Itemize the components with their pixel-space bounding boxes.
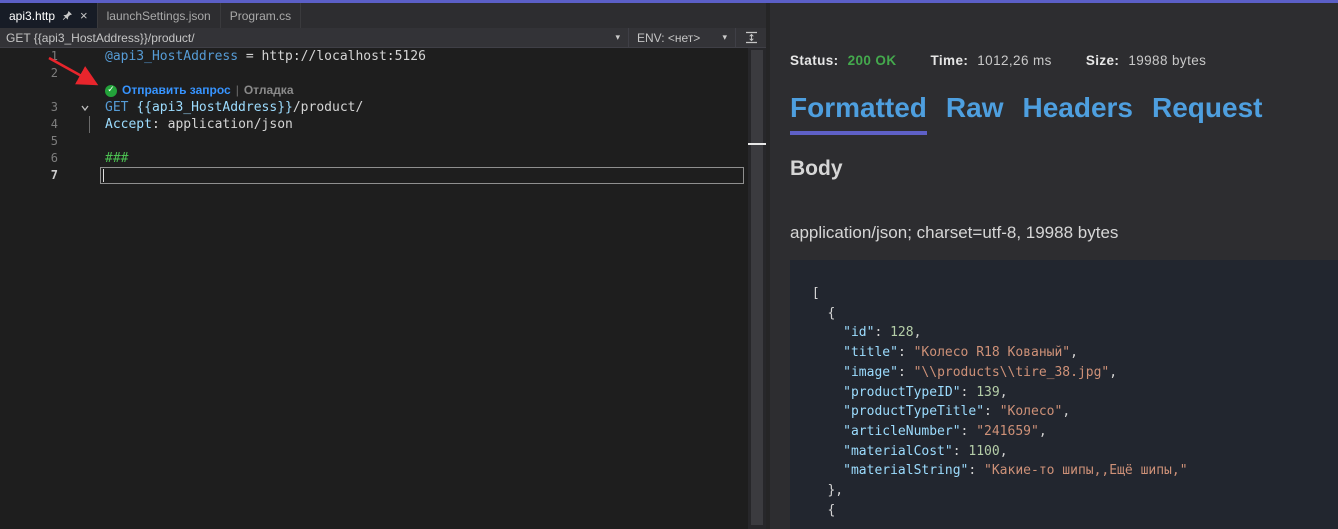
debug-request-link[interactable]: Отладка xyxy=(244,82,294,99)
json-line: { xyxy=(804,304,1324,324)
line-number: 1 xyxy=(0,48,58,65)
gutter-margin xyxy=(58,150,105,167)
document-tabbar: api3.http × launchSettings.json Program.cs xyxy=(0,3,766,28)
gutter-margin xyxy=(58,99,105,116)
line-number: 4 xyxy=(0,116,58,133)
json-line: "articleNumber": "241659", xyxy=(804,422,1324,442)
body-heading: Body xyxy=(790,157,1338,181)
vs-window: api3.http×launchSettings.jsonProgram.cs … xyxy=(0,0,1338,529)
editor-line-3[interactable]: 3 GET {{api3_HostAddress}}/product/ xyxy=(0,99,766,116)
json-line: { xyxy=(804,501,1324,521)
gutter-margin xyxy=(58,65,105,82)
codelens-row: ✓ Отправить запрос | Отладка xyxy=(0,82,766,99)
code-text: @api3_HostAddress = http://localhost:512… xyxy=(105,48,426,65)
json-line: "materialCost": 1100, xyxy=(804,442,1324,462)
response-pane: Status: 200 OK Time: 1012,26 ms Size: 19… xyxy=(770,3,1338,529)
editor-line-1[interactable]: 1 @api3_HostAddress = http://localhost:51… xyxy=(0,48,766,65)
editor-pane: api3.http×launchSettings.jsonProgram.cs … xyxy=(0,3,766,529)
json-line: "productTypeID": 139, xyxy=(804,383,1324,403)
response-status-line: Status: 200 OK Time: 1012,26 ms Size: 19… xyxy=(790,53,1338,68)
json-line: }, xyxy=(804,481,1324,501)
response-view-tabs: Formatted Raw Headers Request xyxy=(790,92,1338,135)
status-label: Status: xyxy=(790,53,839,68)
request-url-text: GET {{api3_HostAddress}}/product/ xyxy=(6,31,195,45)
env-label: ENV: <нет> xyxy=(637,31,700,45)
response-tab-raw[interactable]: Raw xyxy=(946,92,1004,131)
pin-icon[interactable] xyxy=(62,10,73,21)
code-text: Accept: application/json xyxy=(105,116,293,133)
scrollbar-cursor-marker xyxy=(748,143,766,145)
http-request-bar: GET {{api3_HostAddress}}/product/ ▾ ENV:… xyxy=(0,28,766,48)
tab-label: api3.http xyxy=(9,9,55,23)
scrollbar-thumb[interactable] xyxy=(751,50,763,525)
document-tab-api3-http[interactable]: api3.http × xyxy=(0,3,98,28)
status-value: 200 OK xyxy=(848,53,897,68)
response-tab-formatted[interactable]: Formatted xyxy=(790,92,927,135)
success-check-icon: ✓ xyxy=(105,85,117,97)
json-line: "id": 128, xyxy=(804,323,1324,343)
split-editor-icon[interactable] xyxy=(736,31,766,44)
json-line: "productTypeTitle": "Колесо", xyxy=(804,402,1324,422)
line-number: 2 xyxy=(0,65,58,82)
line-number: 3 xyxy=(0,99,58,116)
size-value: 19988 bytes xyxy=(1128,53,1206,68)
fold-chevron-icon[interactable] xyxy=(80,103,90,113)
code-text: GET {{api3_HostAddress}}/product/ xyxy=(105,99,363,116)
time-label: Time: xyxy=(931,53,969,68)
gutter-margin xyxy=(58,133,105,150)
response-body-json[interactable]: [ { "id": 128, "title": "Колесо R18 Кова… xyxy=(790,260,1338,529)
line-number: 5 xyxy=(0,133,58,150)
json-line: [ xyxy=(804,284,1324,304)
content-type-line: application/json; charset=utf-8, 19988 b… xyxy=(790,223,1338,243)
close-tab-icon[interactable]: × xyxy=(80,9,88,22)
response-tab-headers[interactable]: Headers xyxy=(1022,92,1133,131)
editor-scrollbar[interactable] xyxy=(748,48,766,529)
editor-line-2[interactable]: 2 xyxy=(0,65,766,82)
gutter-margin xyxy=(58,167,105,184)
line-number: 7 xyxy=(0,167,58,184)
tab-label: launchSettings.json xyxy=(107,9,211,23)
document-tab-program-cs[interactable]: Program.cs xyxy=(221,3,301,28)
response-tab-request[interactable]: Request xyxy=(1152,92,1262,131)
json-line: "materialString": "Какие-то шипы,,Ещё ши… xyxy=(804,461,1324,481)
document-tab-launchsettings-json[interactable]: launchSettings.json xyxy=(98,3,221,28)
editor-line-4[interactable]: 4 Accept: application/json xyxy=(0,116,766,133)
editor-line-7[interactable]: 7 xyxy=(0,167,766,184)
tab-label: Program.cs xyxy=(230,9,291,23)
editor-line-5[interactable]: 5 xyxy=(0,133,766,150)
code-text: ### xyxy=(105,150,128,167)
code-editor[interactable]: 1 @api3_HostAddress = http://localhost:51… xyxy=(0,48,766,529)
gutter-margin xyxy=(58,48,105,65)
time-value: 1012,26 ms xyxy=(977,53,1052,68)
request-url-selector[interactable]: GET {{api3_HostAddress}}/product/ ▾ xyxy=(0,28,628,47)
json-line: "image": "\\products\\tire_38.jpg", xyxy=(804,363,1324,383)
gutter-margin xyxy=(58,116,105,133)
line-number: 6 xyxy=(0,150,58,167)
env-selector[interactable]: ENV: <нет> ▾ xyxy=(629,28,735,47)
editor-line-6[interactable]: 6 ### xyxy=(0,150,766,167)
fold-guide-line xyxy=(89,116,90,133)
send-request-link[interactable]: Отправить запрос xyxy=(122,82,231,99)
chevron-down-icon[interactable]: ▾ xyxy=(722,32,727,43)
codelens-divider: | xyxy=(236,82,239,99)
editor-rows: 1 @api3_HostAddress = http://localhost:51… xyxy=(0,48,766,184)
size-label: Size: xyxy=(1086,53,1120,68)
json-line: "title": "Колесо R18 Кованый", xyxy=(804,343,1324,363)
chevron-down-icon[interactable]: ▾ xyxy=(615,32,620,43)
